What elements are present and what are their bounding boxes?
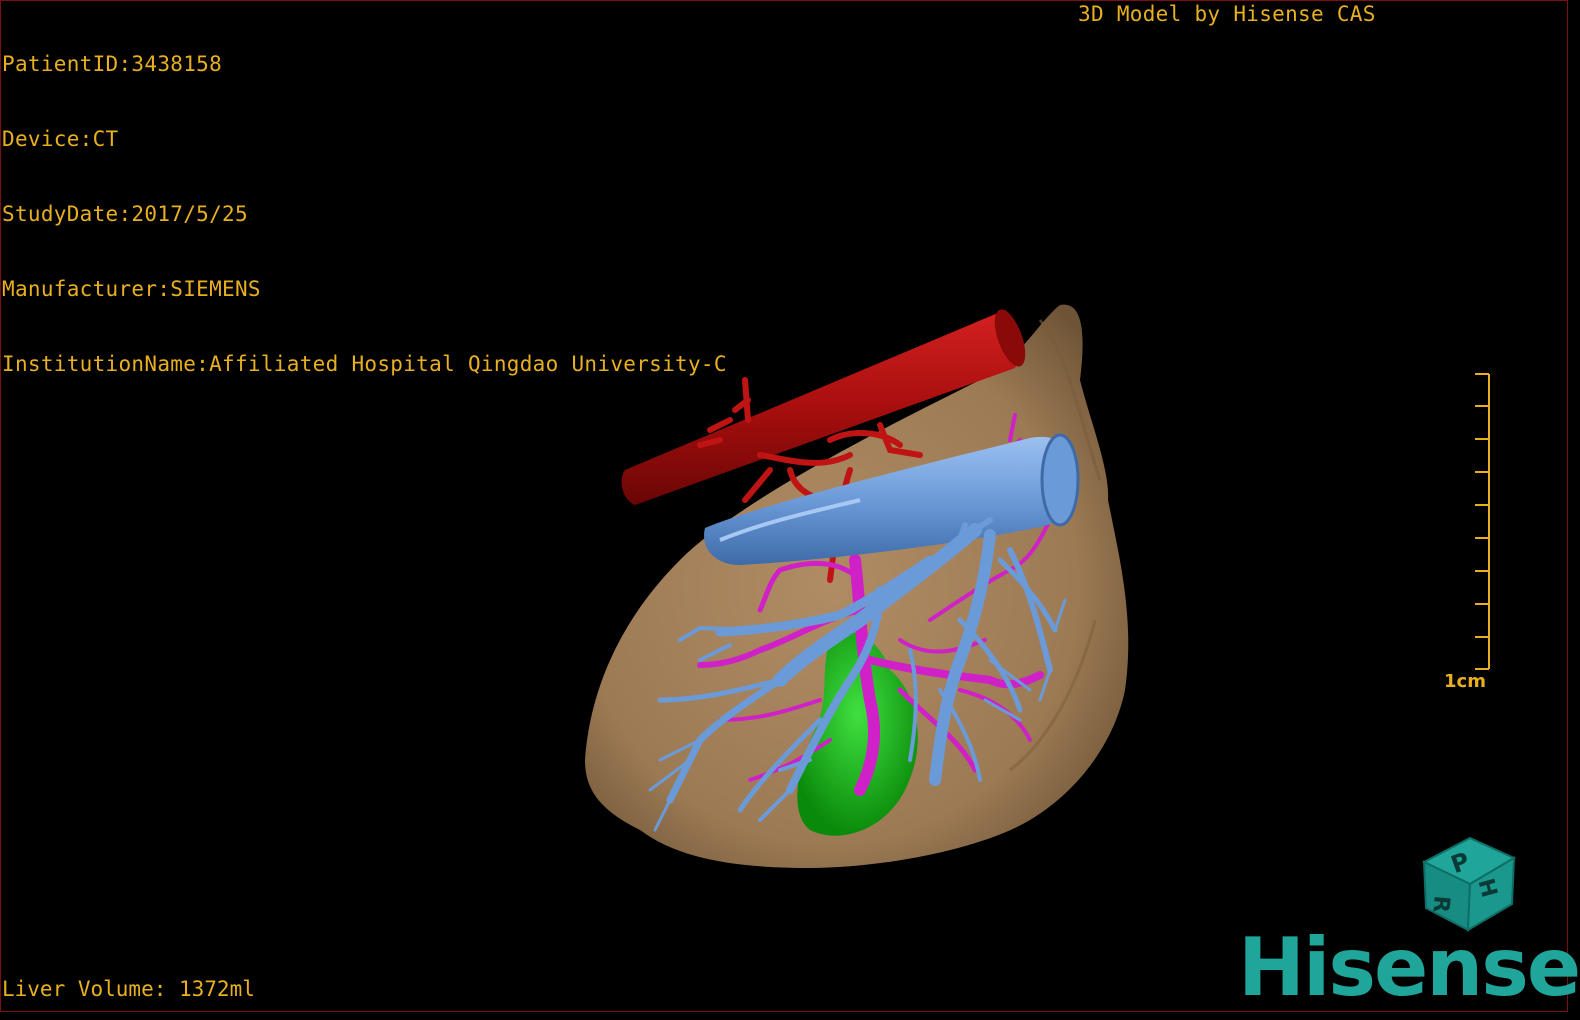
scale-bar-label: 1cm <box>1444 671 1486 692</box>
svg-text:R: R <box>1427 895 1453 914</box>
liver-3d-model[interactable]: P R H <box>0 0 1580 1020</box>
liver-volume-label: Liver Volume: 1372ml <box>2 977 255 1001</box>
orientation-cube-icon[interactable]: P R H <box>1421 836 1517 932</box>
hisense-logo: Hisense <box>1238 921 1580 1014</box>
scale-bar-icon <box>1475 373 1490 670</box>
